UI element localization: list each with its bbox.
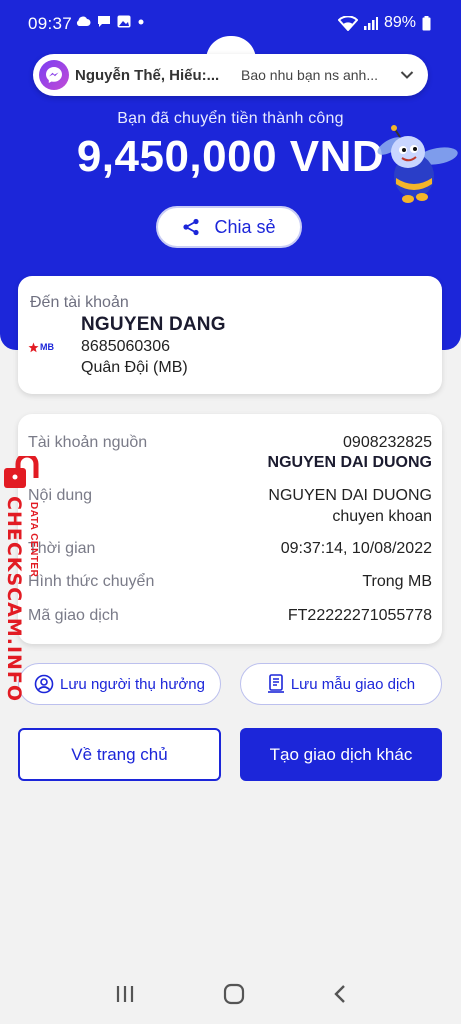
battery-percent: 89% — [383, 14, 416, 31]
messenger-icon — [39, 60, 69, 90]
new-transaction-button[interactable]: Tạo giao dịch khác — [240, 728, 442, 781]
chat-message-preview: Bao nhu bạn ns anh... — [241, 67, 378, 83]
chevron-down-icon[interactable] — [400, 70, 414, 80]
status-bar: 09:37 89% — [0, 0, 461, 40]
recipient-bank: Quân Đội (MB) — [81, 359, 188, 376]
recipient-account-number: 8685060306 — [81, 338, 170, 355]
watermark-sub-text: DATA CENTER — [28, 502, 39, 578]
messenger-chat-head[interactable]: Nguyễn Thế, Hiếu:... Bao nhu bạn ns anh.… — [33, 54, 428, 96]
user-circle-icon — [34, 674, 54, 694]
content-value-line2: chuyen khoan — [332, 508, 432, 525]
recent-apps-icon[interactable] — [114, 984, 136, 1004]
status-time: 09:37 — [28, 14, 73, 33]
share-icon — [183, 218, 200, 236]
source-account-name: NGUYEN DAI DUONG — [267, 454, 432, 471]
system-navigation-bar — [0, 964, 461, 1024]
cloud-icon — [76, 16, 91, 26]
image-notification-icon — [117, 15, 131, 28]
destination-label: Đến tài khoản — [30, 294, 129, 311]
save-template-label: Lưu mẫu giao dịch — [290, 675, 416, 693]
document-icon — [267, 674, 284, 693]
chat-sender-name: Nguyễn Thế, Hiếu:... — [75, 66, 220, 84]
checkscam-watermark: CHECKSCAM.INFO DATA CENTER — [0, 456, 52, 702]
transaction-details-card: Tài khoản nguồn 0908232825 NGUYEN DAI DU… — [18, 414, 442, 644]
mb-bank-logo: MB — [28, 340, 58, 354]
time-value: 09:37:14, 10/08/2022 — [280, 540, 432, 557]
transaction-id-value: FT22222271055778 — [287, 607, 432, 624]
source-account-label: Tài khoản nguồn — [28, 434, 148, 451]
home-button[interactable]: Về trang chủ — [18, 728, 221, 781]
share-label: Chia sẻ — [214, 216, 276, 237]
save-beneficiary-label: Lưu người thụ hưởng — [60, 675, 205, 693]
wifi-icon — [337, 15, 358, 31]
home-nav-icon[interactable] — [223, 983, 245, 1005]
battery-icon — [422, 15, 431, 30]
recipient-name: NGUYEN DANG — [81, 314, 226, 335]
watermark-main-text: CHECKSCAM.INFO — [3, 496, 25, 703]
content-value-line1: NGUYEN DAI DUONG — [268, 487, 432, 504]
share-button[interactable]: Chia sẻ — [156, 206, 302, 248]
destination-account-card: Đến tài khoản MB NGUYEN DANG 8685060306 … — [18, 276, 442, 394]
transfer-method-value: Trong MB — [362, 573, 432, 590]
padlock-icon — [4, 456, 39, 488]
signal-icon — [363, 17, 378, 30]
source-account-number: 0908232825 — [343, 434, 432, 451]
chat-notification-icon — [98, 16, 110, 27]
save-template-button[interactable]: Lưu mẫu giao dịch — [240, 663, 442, 705]
back-nav-icon[interactable] — [332, 984, 348, 1004]
mascot-bee-icon — [377, 125, 458, 203]
dot-icon — [138, 19, 144, 24]
